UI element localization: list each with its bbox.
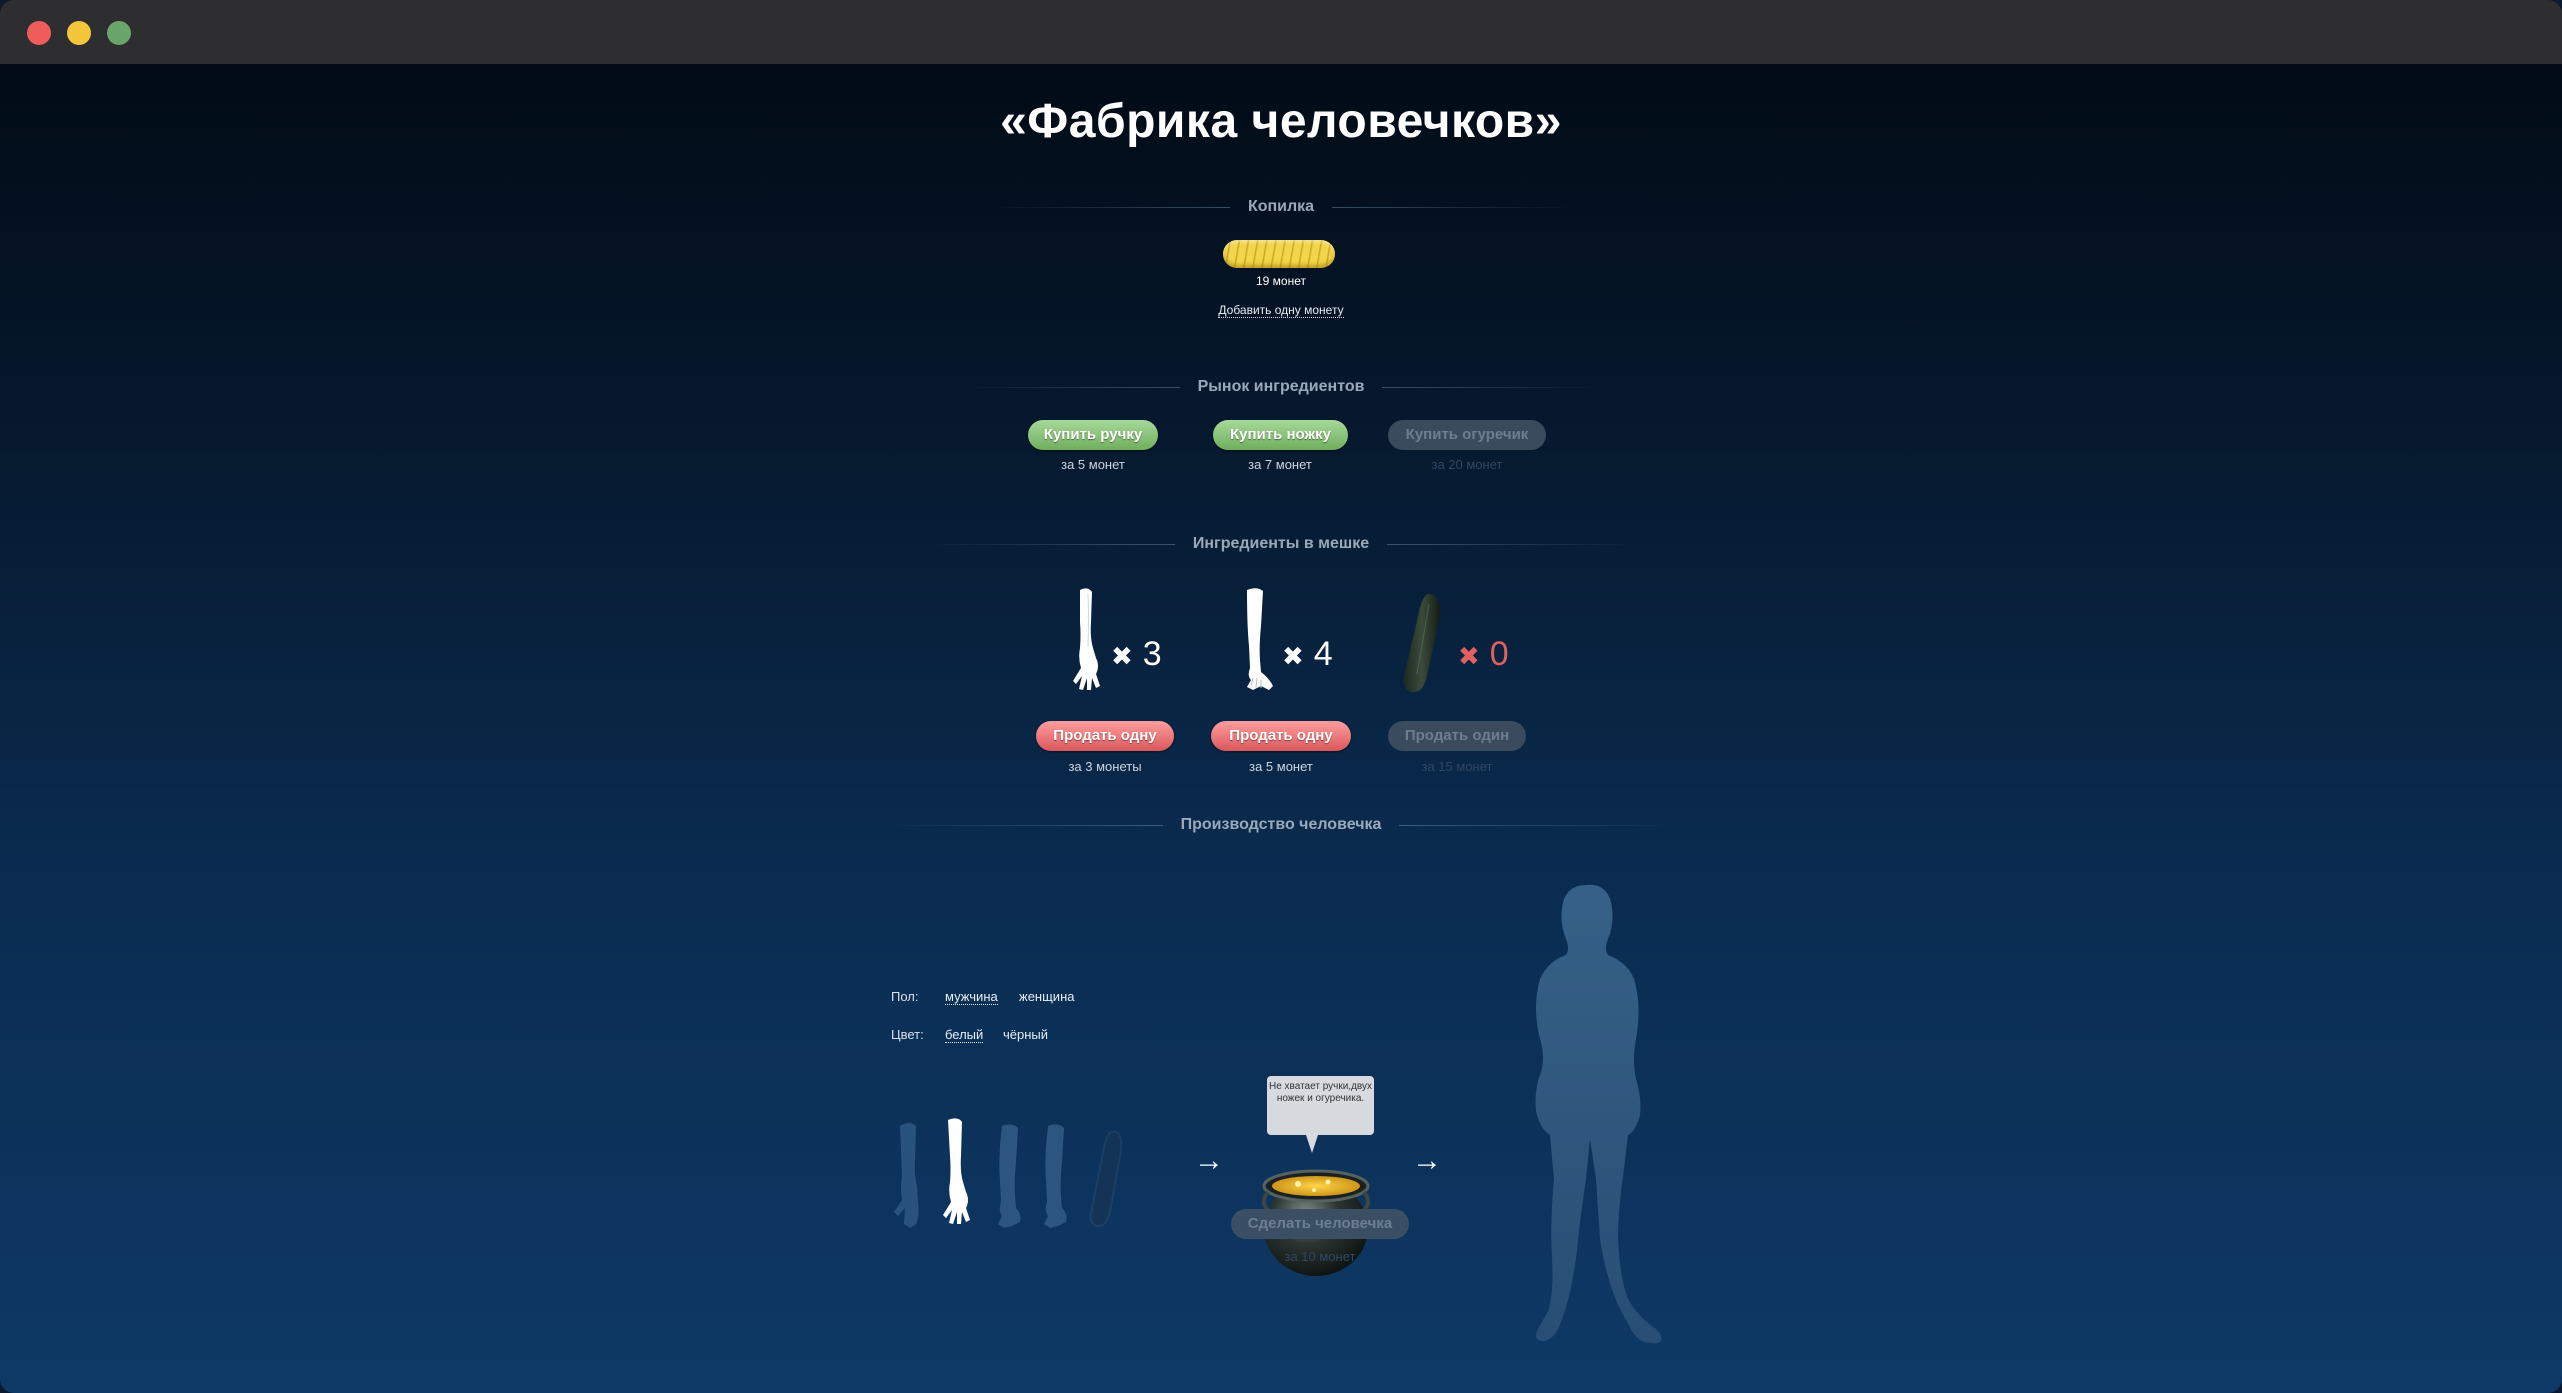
buy-arm-price: за 5 монет [1061, 457, 1125, 472]
arm-icon [1073, 588, 1100, 690]
leg-count: ✖ 4 [1282, 635, 1333, 673]
arrow-right-icon: → [1412, 1144, 1442, 1177]
sell-cucumber-button[interactable]: Продать один [1388, 721, 1526, 751]
window-titlebar [0, 0, 2562, 64]
gender-label: Пол: [891, 989, 919, 1004]
close-window-button[interactable] [27, 21, 51, 45]
minimize-window-button[interactable] [67, 21, 91, 45]
cucumber-icon [1403, 593, 1440, 693]
human-silhouette [1535, 884, 1662, 1344]
color-option-white[interactable]: белый [945, 1027, 984, 1043]
make-human-price: за 10 монет [1284, 1249, 1356, 1264]
arm-slot-left [894, 1123, 919, 1228]
cucumber-count: ✖ 0 [1458, 635, 1509, 673]
maximize-window-button[interactable] [107, 21, 131, 45]
market-section-label: Рынок ингредиентов [1197, 378, 1365, 395]
leg-icon [1247, 588, 1273, 690]
hint-bubble-tail [1306, 1135, 1318, 1153]
cucumber-slot [1089, 1130, 1123, 1228]
color-option-black[interactable]: чёрный [1003, 1027, 1048, 1042]
market-section-header: Рынок ингредиентов [960, 377, 1603, 397]
buy-leg-price: за 7 монет [1248, 457, 1312, 472]
leg-slot [998, 1124, 1021, 1228]
make-human-button[interactable]: Сделать человечка [1231, 1209, 1409, 1239]
leg-slot [1044, 1124, 1067, 1228]
bank-section-header: Копилка [990, 197, 1573, 217]
page-title: «Фабрика человечков» [1000, 95, 1562, 148]
browser-window: «Фабрика человечков» Копилка 19 монет До… [0, 0, 2562, 1393]
arm-slot-filled [943, 1118, 970, 1224]
buy-cucumber-button[interactable]: Купить огуречик [1388, 420, 1546, 450]
coin-stack [1223, 240, 1335, 268]
arm-count: ✖ 3 [1111, 635, 1162, 673]
sell-arm-price: за 3 монеты [1068, 759, 1142, 774]
buy-cucumber-price: за 20 монет [1431, 457, 1503, 472]
gender-option-female[interactable]: женщина [1019, 989, 1074, 1004]
arrow-right-icon: → [1194, 1144, 1224, 1177]
bank-section-label: Копилка [1247, 198, 1315, 215]
sell-leg-price: за 5 монет [1249, 759, 1313, 774]
bag-section-header: Ингредиенты в мешке [925, 534, 1638, 554]
multiply-icon: ✖ [1111, 641, 1133, 671]
sell-arm-button[interactable]: Продать одну [1036, 721, 1174, 751]
gender-option-male[interactable]: мужчина [945, 989, 998, 1005]
production-section-label: Производство человечка [1180, 816, 1382, 833]
bag-section-label: Ингредиенты в мешке [1192, 535, 1370, 552]
body-parts-slots [894, 1118, 1123, 1228]
buy-leg-button[interactable]: Купить ножку [1213, 420, 1348, 450]
hint-bubble: Не хватает ручки,двух ножек и огуречика. [1267, 1076, 1374, 1135]
production-section-header: Производство человечка [880, 815, 1682, 835]
sell-leg-button[interactable]: Продать одну [1211, 721, 1351, 751]
buy-arm-button[interactable]: Купить ручку [1028, 420, 1158, 450]
multiply-icon: ✖ [1282, 641, 1304, 671]
coin-count: 19 монет [1255, 274, 1306, 288]
page-content: «Фабрика человечков» Копилка 19 монет До… [0, 64, 2562, 1393]
multiply-icon: ✖ [1458, 641, 1480, 671]
sell-cucumber-price: за 15 монет [1421, 759, 1493, 774]
color-label: Цвет: [891, 1027, 924, 1042]
add-coin-link[interactable]: Добавить одну монету [1218, 303, 1344, 318]
